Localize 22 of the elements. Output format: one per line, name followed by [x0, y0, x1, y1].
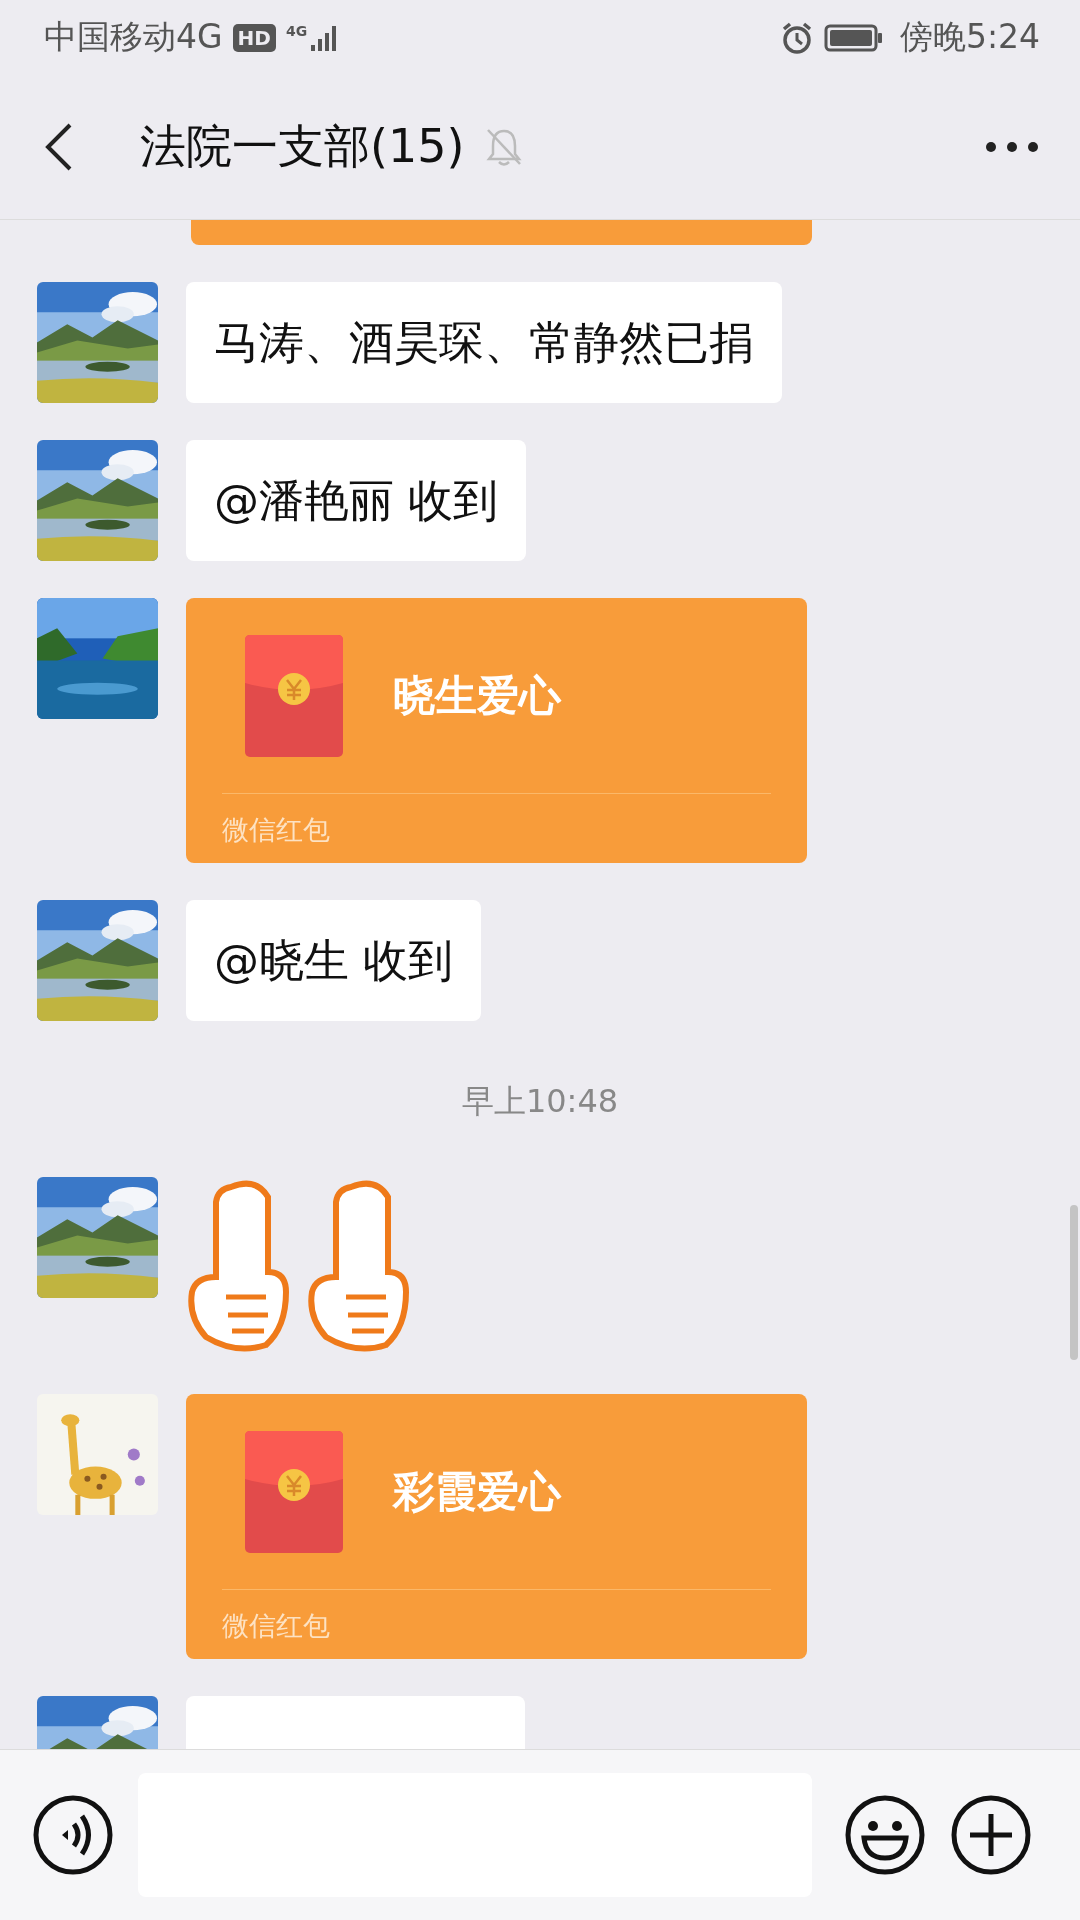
- clock-text: 傍晚5:24: [899, 16, 1040, 58]
- emoji-icon[interactable]: [844, 1794, 926, 1876]
- gift-packet-bubble[interactable]: 彩霞爱心 微信红包: [186, 1394, 807, 1659]
- packet-label: 微信红包: [222, 813, 331, 847]
- carrier-text: 中国移动4G: [44, 16, 223, 58]
- message-bubble: @潘艳丽 收到: [186, 440, 527, 561]
- time-label: 早上10:48: [461, 1081, 619, 1122]
- gift-packet-bubble[interactable]: 晓生爱心 微信红包: [186, 598, 807, 863]
- plus-icon[interactable]: [950, 1794, 1032, 1876]
- envelope-icon: [245, 635, 343, 757]
- envelope-icon: [245, 1431, 343, 1553]
- chat-title: 法院一支部(15): [140, 118, 465, 175]
- message-bubble: 马涛、酒昊琛、常静然已捐: [186, 282, 782, 403]
- packet-title: 彩霞爱心: [393, 1466, 561, 1518]
- back-icon[interactable]: [44, 122, 74, 172]
- more-icon[interactable]: [984, 140, 1040, 154]
- voice-icon[interactable]: [32, 1794, 114, 1876]
- packet-label: 微信红包: [222, 1609, 331, 1643]
- message-bubble: @晓生 收到: [186, 900, 482, 1021]
- hd-badge: HD: [232, 23, 276, 52]
- packet-title: 晓生爱心: [393, 670, 561, 722]
- battery-icon: [823, 22, 884, 53]
